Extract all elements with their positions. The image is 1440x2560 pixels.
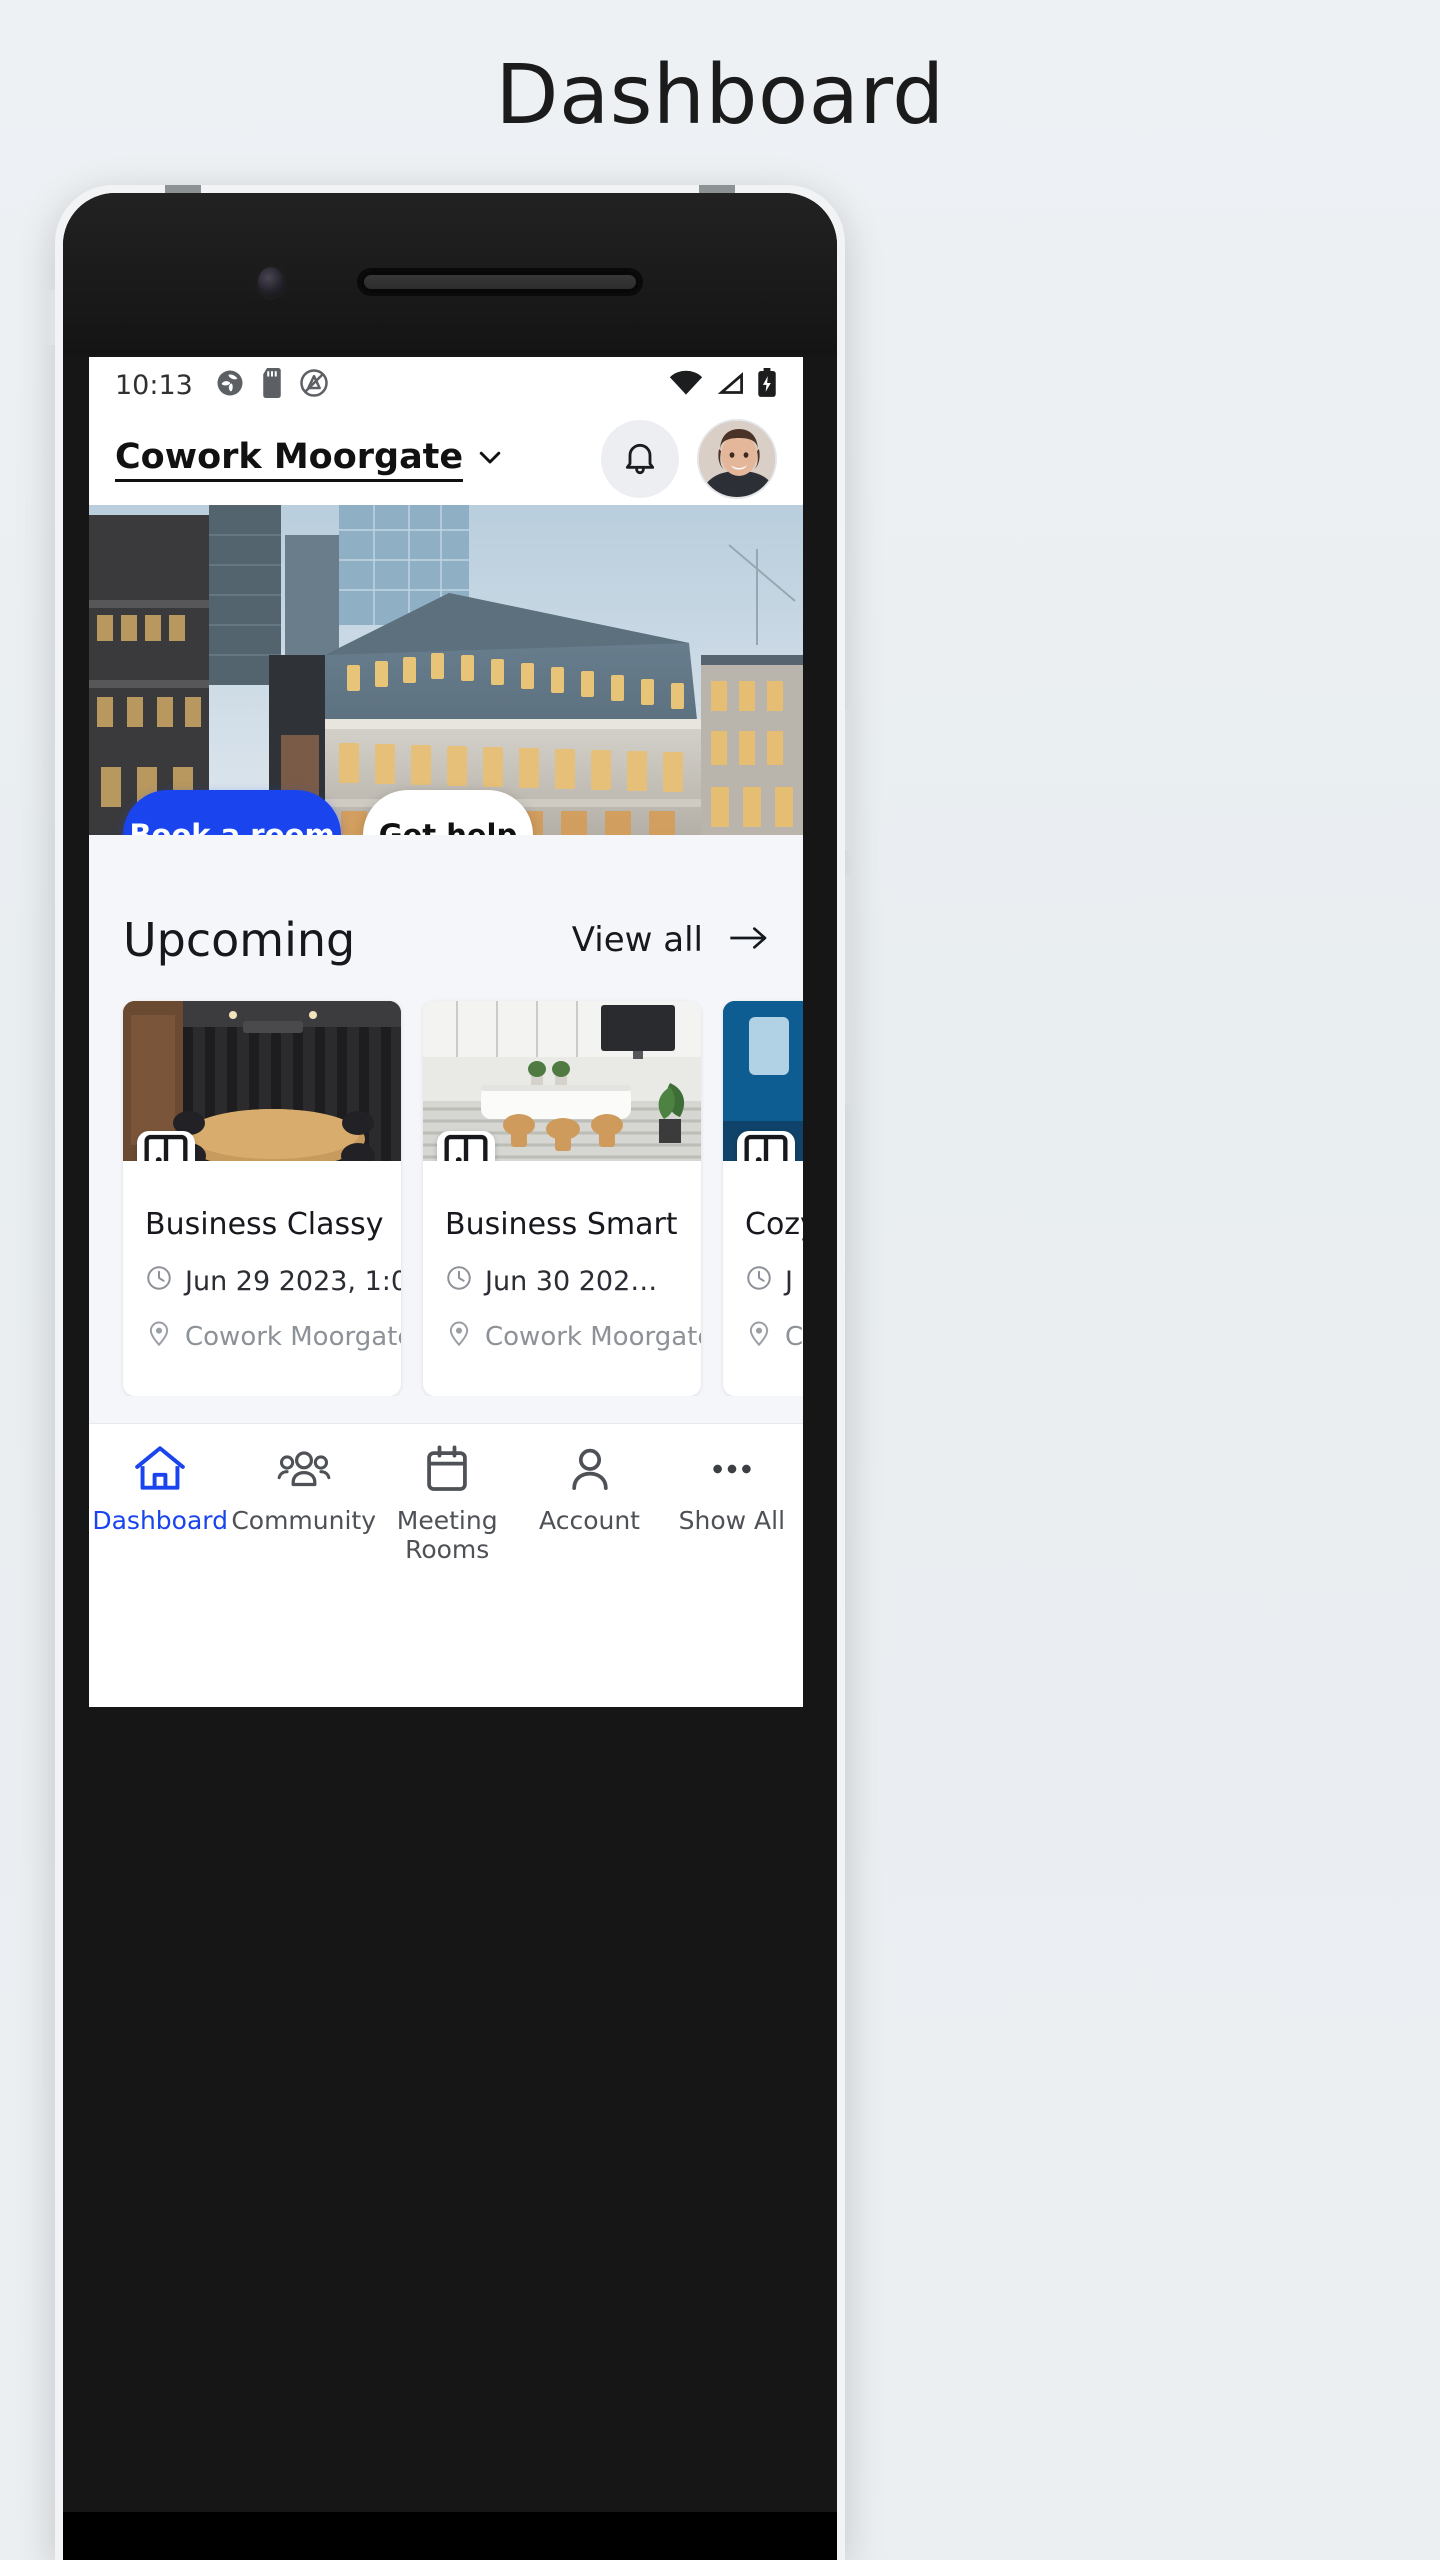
hero-image <box>89 505 803 835</box>
card-body: Business Smart Jun 30 202… Cowork Moorga… <box>423 1161 701 1396</box>
wifi-icon <box>669 370 703 401</box>
card-time: Jun 29 2023, 1:0… <box>145 1264 401 1299</box>
card-image <box>723 1001 803 1161</box>
door-icon <box>437 1131 495 1161</box>
power-button[interactable] <box>845 875 854 1105</box>
arrow-right-icon <box>729 924 769 957</box>
nav-label: Meeting Rooms <box>396 1506 498 1564</box>
upcoming-cards[interactable]: Business Classy Jun 29 2023, 1:0… <box>89 967 803 1396</box>
nav-item-meeting-rooms[interactable]: Meeting Rooms <box>376 1444 518 1565</box>
nav-item-show-all[interactable]: Show All <box>661 1444 803 1536</box>
page-title: Dashboard <box>495 48 945 143</box>
front-camera-icon <box>258 267 284 297</box>
list-item[interactable]: Business Classy Jun 29 2023, 1:0… <box>123 1001 401 1396</box>
card-time: Jun 30 202… <box>445 1264 679 1299</box>
map-pin-icon <box>445 1319 473 1354</box>
card-time-label: Jun 29 2023, 1:0… <box>185 1266 401 1297</box>
card-time-label: J <box>785 1266 793 1297</box>
bottom-navigation: Dashboard Community Meeting Rooms Accoun… <box>89 1423 803 1595</box>
status-icons-left <box>215 367 329 403</box>
map-pin-icon <box>145 1319 173 1354</box>
door-icon <box>137 1131 195 1161</box>
view-all-label: View all <box>571 920 703 960</box>
do-not-disturb-icon <box>299 368 329 403</box>
avatar[interactable] <box>697 419 777 499</box>
app-bar: Cowork Moorgate <box>89 413 803 505</box>
status-bar: 10:13 <box>89 357 803 413</box>
volume-button[interactable] <box>845 710 854 850</box>
list-item[interactable]: Cozy J <box>723 1001 803 1396</box>
map-pin-icon <box>745 1319 773 1354</box>
nav-item-account[interactable]: Account <box>518 1444 660 1536</box>
calendar-icon <box>420 1444 474 1499</box>
battery-icon <box>757 367 777 403</box>
card-image <box>423 1001 701 1161</box>
nav-label: Dashboard <box>92 1506 228 1535</box>
phone-screen: 10:13 Cowork Moorgate Upcoming View all … <box>89 357 803 1707</box>
status-icons-right <box>669 367 777 403</box>
card-location-label: Cowork Moorgate <box>485 1321 701 1352</box>
phone-bezel-top <box>63 193 837 355</box>
card-location: Cowork Moorgate <box>445 1319 701 1354</box>
person-icon <box>563 1444 617 1499</box>
nav-label: Community <box>231 1506 377 1535</box>
card-location: Cowork Moorgate <box>145 1319 401 1354</box>
clock-icon <box>745 1264 773 1299</box>
door-icon <box>737 1131 795 1161</box>
card-location-label: Cowork Moorgate <box>185 1321 401 1352</box>
notifications-button[interactable] <box>601 420 679 498</box>
ellipsis-icon <box>705 1444 759 1499</box>
nav-label: Show All <box>678 1506 786 1535</box>
sd-card-icon <box>259 367 285 403</box>
nav-item-community[interactable]: Community <box>231 1444 376 1536</box>
earpiece-speaker <box>360 271 640 293</box>
phone-frame: 10:13 Cowork Moorgate Upcoming View all … <box>47 185 854 2560</box>
card-time-label: Jun 30 202… <box>485 1266 658 1297</box>
card-title: Cozy <box>745 1207 803 1242</box>
clock-icon <box>445 1264 473 1299</box>
chevron-down-icon <box>475 442 505 477</box>
signal-icon <box>715 370 745 401</box>
location-name: Cowork Moorgate <box>115 437 464 482</box>
clock-icon <box>145 1264 173 1299</box>
card-location: C <box>745 1319 803 1354</box>
card-time: J <box>745 1264 803 1299</box>
upcoming-title: Upcoming <box>123 913 356 967</box>
list-item[interactable]: Business Smart Jun 30 202… Cowork Moorga… <box>423 1001 701 1396</box>
card-title: Business Classy <box>145 1207 384 1242</box>
location-selector[interactable]: Cowork Moorgate <box>115 437 505 482</box>
status-time: 10:13 <box>115 369 193 401</box>
frame-side-notch <box>47 290 55 345</box>
phone-bottom-bezel <box>63 2512 837 2560</box>
content-area: Upcoming View all Business Classy Jun 29… <box>89 835 803 1595</box>
app-bar-actions <box>601 419 777 499</box>
bell-icon <box>620 437 660 482</box>
nav-item-dashboard[interactable]: Dashboard <box>89 1444 231 1536</box>
nav-label: Account <box>539 1506 640 1535</box>
card-image <box>123 1001 401 1161</box>
card-location-label: C <box>785 1321 803 1352</box>
view-all-button[interactable]: View all <box>572 920 769 960</box>
phone-bezel: 10:13 Cowork Moorgate Upcoming View all … <box>63 193 837 2560</box>
people-icon <box>277 1444 331 1499</box>
card-title: Business Smart <box>445 1207 678 1242</box>
upcoming-header: Upcoming View all <box>89 835 803 967</box>
card-body: Business Classy Jun 29 2023, 1:0… <box>123 1161 401 1396</box>
home-icon <box>133 1444 187 1499</box>
sync-icon <box>215 368 245 403</box>
card-body: Cozy J <box>723 1161 803 1396</box>
